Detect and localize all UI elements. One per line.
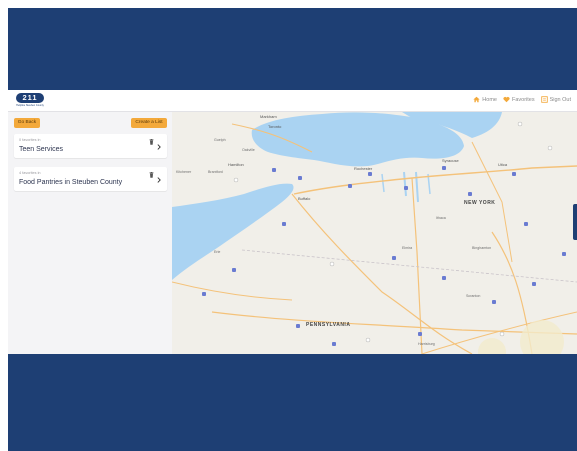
map-label-oakville: Oakville [242,148,255,152]
chevron-right-icon[interactable] [157,177,161,183]
map-label-hamilton: Hamilton [228,162,244,167]
go-back-button[interactable]: Go Back [14,118,40,128]
map-label-toronto: Toronto [268,124,282,129]
map-label-new-york: NEW YORK [464,200,496,206]
nav-favorites-label: Favorites [511,96,535,103]
map-label-harrisburg: Harrisburg [418,342,435,346]
video-frame: 211 Helpline Steuben County Home Favorit… [8,8,577,451]
favorites-sidebar: Go Back Create a List 0 favorites in Tee… [8,112,172,354]
sign-out-icon [540,96,548,103]
create-list-button[interactable]: Create a List [131,118,167,128]
map-view[interactable]: Markham Toronto Guelph Oakville Hamilton… [172,112,577,354]
nav-favorites-link[interactable]: Favorites [503,96,535,103]
nav-sign-out-link[interactable]: Sign Out [540,96,571,103]
heart-icon [503,96,510,103]
favorite-list-card[interactable]: 4 favorites in Food Pantries in Steuben … [14,167,167,191]
map-label-guelph: Guelph [214,138,226,142]
map-label-buffalo: Buffalo [298,196,311,201]
trash-icon[interactable] [149,172,154,178]
chevron-right-icon[interactable] [157,144,161,150]
nav-home-link[interactable]: Home [473,96,497,103]
map-label-scranton: Scranton [466,294,481,298]
list-favorites-count: 4 favorites in [19,171,41,175]
logo-tagline: Helpline Steuben County [16,104,44,107]
map-label-utica: Utica [498,162,508,167]
map-side-panel-toggle[interactable] [573,204,577,240]
list-title: Food Pantries in Steuben County [19,179,123,186]
trash-icon[interactable] [149,139,154,145]
app-window: 211 Helpline Steuben County Home Favorit… [8,90,577,354]
list-favorites-count: 0 favorites in [19,138,41,142]
map-label-syracuse: Syracuse [442,158,459,163]
map-base-layer [172,112,577,354]
map-label-binghamton: Binghamton [472,246,492,250]
map-label-ithaca: Ithaca [436,216,446,220]
home-icon [473,96,480,103]
logo-text: 211 [16,93,44,103]
map-label-elmira: Elmira [402,246,413,250]
map-label-brantford: Brantford [208,170,223,174]
nav-sign-out-label: Sign Out [549,96,571,103]
brand-logo[interactable]: 211 Helpline Steuben County [16,93,44,109]
list-title: Teen Services [19,146,63,153]
nav-home-label: Home [482,96,497,103]
map-label-pennsylvania: PENNSYLVANIA [306,322,351,328]
map-label-erie: Erie [214,250,221,254]
favorite-list-card[interactable]: 0 favorites in Teen Services [14,134,167,158]
map-label-markham: Markham [260,114,277,119]
map-label-kitchener: Kitchener [176,170,192,174]
header-nav: Home Favorites Sign Out [473,96,571,103]
top-navigation-bar: 211 Helpline Steuben County Home Favorit… [8,90,577,112]
map-label-rochester: Rochester [354,166,373,171]
